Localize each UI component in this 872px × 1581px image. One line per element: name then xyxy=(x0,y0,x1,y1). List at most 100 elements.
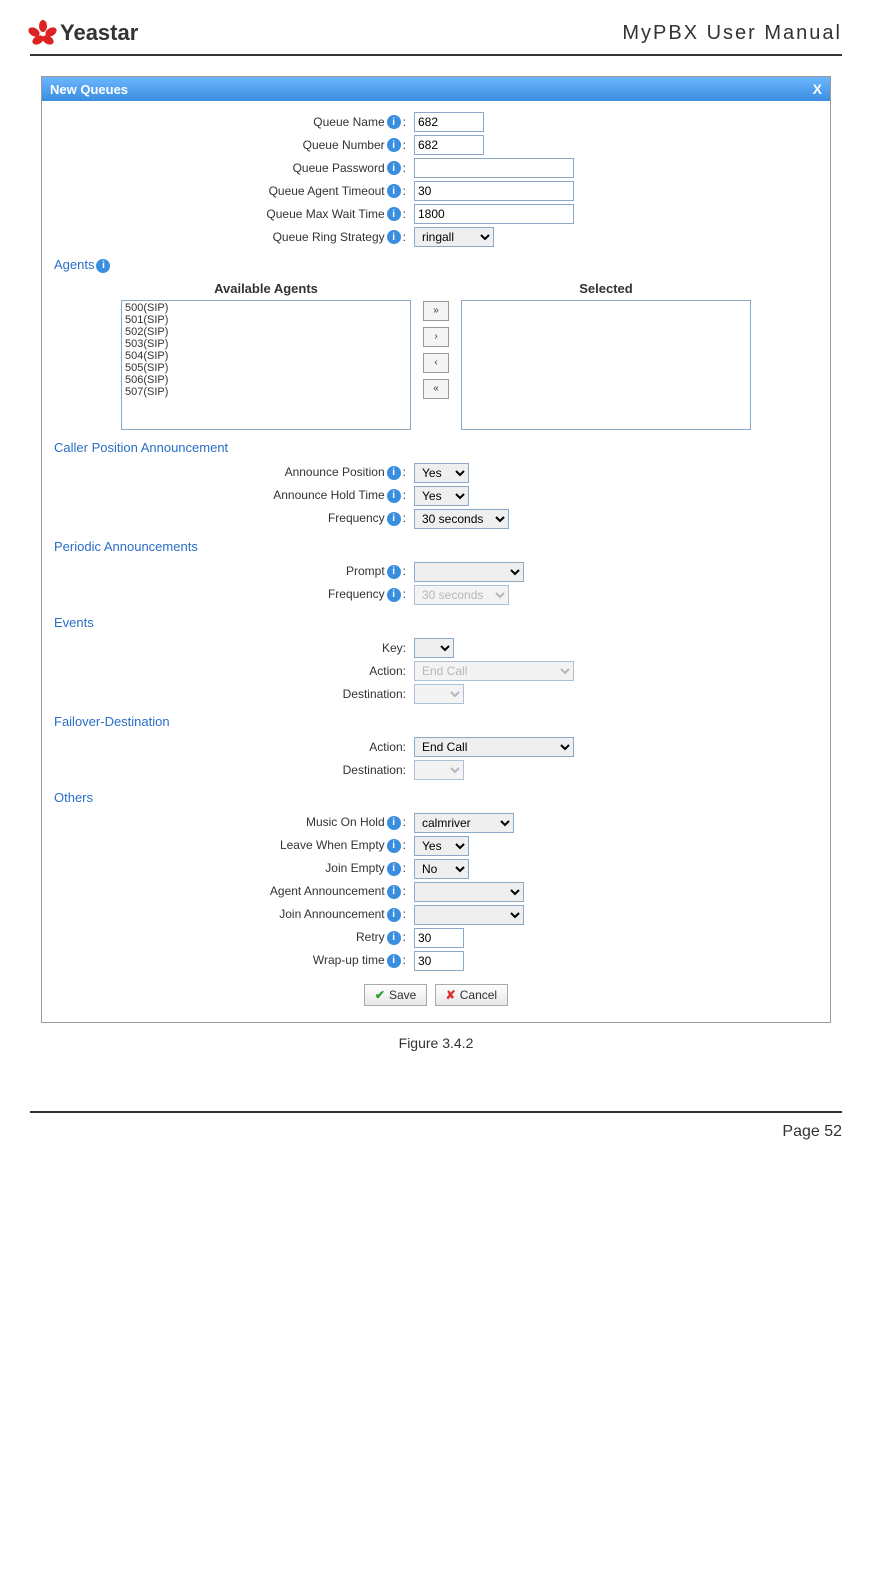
events-section-header: Events xyxy=(54,615,818,632)
info-icon[interactable]: i xyxy=(387,862,401,876)
prompt-select[interactable] xyxy=(414,562,524,582)
wrapup-input[interactable] xyxy=(414,951,464,971)
list-item[interactable]: 501(SIP) xyxy=(123,314,409,326)
list-item[interactable]: 504(SIP) xyxy=(123,350,409,362)
prompt-label: Prompti: xyxy=(54,564,414,579)
transfer-buttons: » › ‹ « xyxy=(423,281,449,399)
retry-input[interactable] xyxy=(414,928,464,948)
info-icon[interactable]: i xyxy=(387,839,401,853)
info-icon[interactable]: i xyxy=(387,954,401,968)
info-icon[interactable]: i xyxy=(387,184,401,198)
info-icon[interactable]: i xyxy=(387,466,401,480)
join-empty-label: Join Emptyi: xyxy=(54,861,414,876)
event-key-select[interactable] xyxy=(414,638,454,658)
queue-name-input[interactable] xyxy=(414,112,484,132)
join-empty-select[interactable]: No xyxy=(414,859,469,879)
info-icon[interactable]: i xyxy=(387,885,401,899)
agent-timeout-label: Queue Agent Timeouti: xyxy=(54,184,414,199)
list-item[interactable]: 505(SIP) xyxy=(123,362,409,374)
event-action-label: Action: xyxy=(54,664,414,678)
queue-password-input[interactable] xyxy=(414,158,574,178)
agents-section-header: Agentsi xyxy=(54,257,818,275)
caller-freq-select[interactable]: 30 seconds xyxy=(414,509,509,529)
info-icon[interactable]: i xyxy=(387,138,401,152)
list-item[interactable]: 500(SIP) xyxy=(123,302,409,314)
queue-name-label: Queue Namei: xyxy=(54,115,414,130)
list-item[interactable]: 503(SIP) xyxy=(123,338,409,350)
available-agents-title: Available Agents xyxy=(121,281,411,296)
info-icon[interactable]: i xyxy=(387,565,401,579)
move-left-button[interactable]: ‹ xyxy=(423,353,449,373)
save-button[interactable]: ✔Save xyxy=(364,984,427,1006)
agent-announce-select[interactable] xyxy=(414,882,524,902)
info-icon[interactable]: i xyxy=(387,207,401,221)
page-number: Page 52 xyxy=(782,1123,842,1140)
document-title: MyPBX User Manual xyxy=(622,22,842,45)
page-footer: Page 52 xyxy=(30,1111,842,1141)
move-right-button[interactable]: › xyxy=(423,327,449,347)
page-header: Yeastar MyPBX User Manual xyxy=(30,20,842,56)
list-item[interactable]: 507(SIP) xyxy=(123,386,409,398)
dialog-buttons: ✔Save ✘Cancel xyxy=(54,974,818,1010)
agent-timeout-input[interactable] xyxy=(414,181,574,201)
info-icon[interactable]: i xyxy=(387,816,401,830)
list-item[interactable]: 506(SIP) xyxy=(123,374,409,386)
join-announce-label: Join Announcementi: xyxy=(54,907,414,922)
failover-section-header: Failover-Destination xyxy=(54,714,818,731)
event-key-label: Key: xyxy=(54,641,414,655)
periodic-freq-label: Frequencyi: xyxy=(54,587,414,602)
brand-logo: Yeastar xyxy=(30,20,138,46)
cancel-button[interactable]: ✘Cancel xyxy=(435,984,508,1006)
agent-announce-label: Agent Announcementi: xyxy=(54,884,414,899)
move-all-right-button[interactable]: » xyxy=(423,301,449,321)
announce-position-label: Announce Positioni: xyxy=(54,465,414,480)
dialog-titlebar: New Queues X xyxy=(42,77,830,101)
logo-icon xyxy=(30,20,56,46)
agents-transfer: Available Agents 500(SIP)501(SIP)502(SIP… xyxy=(54,281,818,430)
failover-dest-select xyxy=(414,760,464,780)
moh-label: Music On Holdi: xyxy=(54,815,414,830)
list-item[interactable]: 502(SIP) xyxy=(123,326,409,338)
dialog-body: Queue Namei: Queue Numberi: Queue Passwo… xyxy=(42,101,830,1022)
x-icon: ✘ xyxy=(446,988,456,1002)
announce-hold-label: Announce Hold Timei: xyxy=(54,488,414,503)
periodic-freq-select: 30 seconds xyxy=(414,585,509,605)
check-icon: ✔ xyxy=(375,988,385,1002)
close-icon[interactable]: X xyxy=(813,81,822,97)
info-icon[interactable]: i xyxy=(387,931,401,945)
event-dest-select xyxy=(414,684,464,704)
caller-freq-label: Frequencyi: xyxy=(54,511,414,526)
new-queues-dialog: New Queues X Queue Namei: Queue Numberi:… xyxy=(41,76,831,1023)
queue-number-input[interactable] xyxy=(414,135,484,155)
queue-number-label: Queue Numberi: xyxy=(54,138,414,153)
others-section-header: Others xyxy=(54,790,818,807)
ring-strategy-select[interactable]: ringall xyxy=(414,227,494,247)
info-icon[interactable]: i xyxy=(387,230,401,244)
join-announce-select[interactable] xyxy=(414,905,524,925)
max-wait-label: Queue Max Wait Timei: xyxy=(54,207,414,222)
info-icon[interactable]: i xyxy=(387,115,401,129)
announce-hold-select[interactable]: Yes xyxy=(414,486,469,506)
event-dest-label: Destination: xyxy=(54,687,414,701)
info-icon[interactable]: i xyxy=(387,512,401,526)
max-wait-input[interactable] xyxy=(414,204,574,224)
queue-password-label: Queue Passwordi: xyxy=(54,161,414,176)
ring-strategy-label: Queue Ring Strategyi: xyxy=(54,230,414,245)
info-icon[interactable]: i xyxy=(96,259,110,273)
info-icon[interactable]: i xyxy=(387,161,401,175)
leave-empty-select[interactable]: Yes xyxy=(414,836,469,856)
figure-caption: Figure 3.4.2 xyxy=(30,1035,842,1051)
move-all-left-button[interactable]: « xyxy=(423,379,449,399)
periodic-section-header: Periodic Announcements xyxy=(54,539,818,556)
selected-agents-list[interactable] xyxy=(461,300,751,430)
info-icon[interactable]: i xyxy=(387,489,401,503)
failover-dest-label: Destination: xyxy=(54,763,414,777)
caller-position-section-header: Caller Position Announcement xyxy=(54,440,818,457)
info-icon[interactable]: i xyxy=(387,908,401,922)
info-icon[interactable]: i xyxy=(387,588,401,602)
moh-select[interactable]: calmriver xyxy=(414,813,514,833)
leave-empty-label: Leave When Emptyi: xyxy=(54,838,414,853)
available-agents-list[interactable]: 500(SIP)501(SIP)502(SIP)503(SIP)504(SIP)… xyxy=(121,300,411,430)
failover-action-select[interactable]: End Call xyxy=(414,737,574,757)
announce-position-select[interactable]: Yes xyxy=(414,463,469,483)
